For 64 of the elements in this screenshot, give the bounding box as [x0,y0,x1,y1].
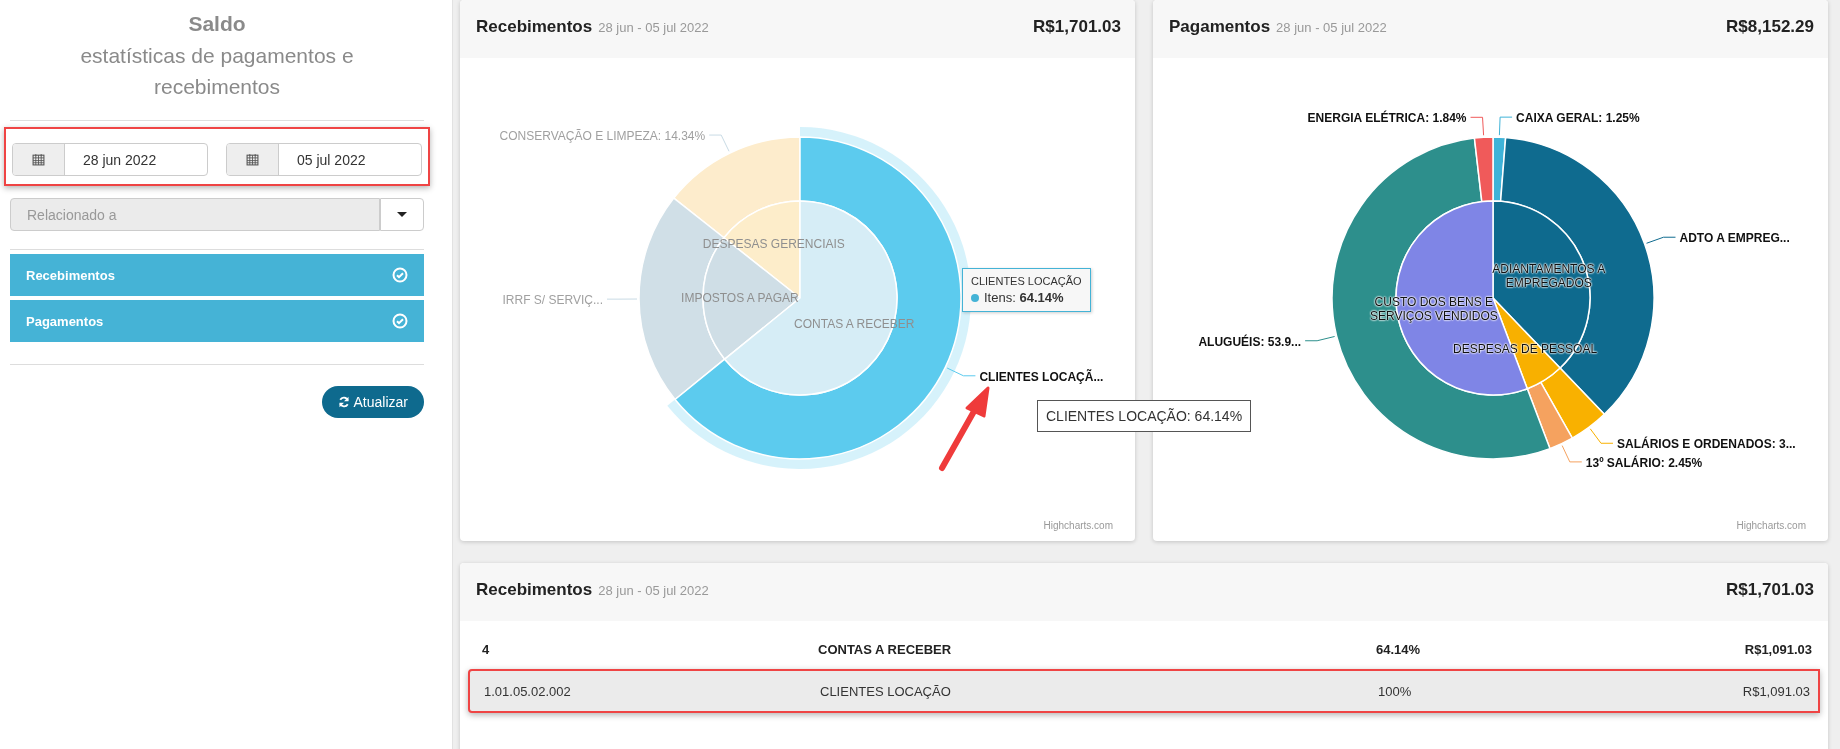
data-label: IMPOSTOS A PAGAR [681,291,799,306]
sidebar-subtitle: estatísticas de pagamentos e recebimentos [79,43,355,100]
data-label: ENERGIA ELÉTRICA: 1.84% [1307,111,1467,126]
calendar-icon [32,153,45,166]
date-field[interactable]: 28 jun 2022 [12,143,208,176]
toggle-label: Pagamentos [26,313,104,329]
table-cell-text: 64.14% [1376,641,1422,657]
sidebar-title: Saldo [187,12,247,36]
caret-icon [397,211,407,218]
data-label: DESPESAS GERENCIAIS [702,236,845,251]
check-circle-icon [392,313,408,329]
leader-line [1498,116,1513,136]
data-label: ALUGUÉIS: 53.9... [1198,334,1302,349]
card-total: R$1,701.03 [1726,580,1814,600]
outer-slice[interactable] [1473,136,1494,203]
data-label: IRRF S/ SERVIÇ... [502,293,603,308]
data-label: SALÁRIOS E ORDENADOS: 3... [1617,437,1796,452]
data-label: ADTO A EMPREG... [1679,231,1790,246]
filter-toggle[interactable]: Pagamentos [10,300,424,342]
table-cell-text: 1.01.05.02.002 [484,683,572,699]
chart-credit[interactable]: Highcharts.com [1043,520,1113,531]
toggle-label: Recebimentos [26,267,115,283]
table-cell: R$1,091.03 [1744,641,1812,657]
leader-line [1561,445,1583,463]
card-period: 28 jun - 05 jul 2022 [598,20,709,35]
table-cell-text: CLIENTES LOCAÇÃO [820,683,952,699]
date-value: 05 jul 2022 [296,150,366,170]
leader-line [1470,116,1485,136]
leader-line [606,298,638,300]
data-label: CONSERVAÇÃO E LIMPEZA: 14.34% [499,129,706,144]
hover-tooltip: CLIENTES LOCAÇÃO: 64.14% [1037,400,1252,432]
data-label: CLIENTES LOCAÇÃ... [979,369,1104,384]
table-cell: R$1,091.03 [1742,683,1810,699]
refresh-button[interactable]: Atualizar [321,386,424,418]
table-cell-text: 100% [1378,683,1413,699]
chart-credit[interactable]: Highcharts.com [1736,520,1806,531]
card-title: Recebimentos [476,17,593,37]
filter-toggle[interactable]: Recebimentos [10,254,424,296]
leader-line [946,367,976,377]
outer-slice[interactable] [1526,381,1574,450]
table-cell-text: 4 [482,641,491,657]
leader-line [1304,336,1336,342]
tooltip-value: Itens: 64.14% [984,290,1064,305]
card-title: Recebimentos [476,580,593,600]
dropdown-button[interactable] [380,198,424,231]
refresh-icon [337,396,350,408]
outer-slice[interactable] [1540,367,1606,439]
date-field[interactable]: 05 jul 2022 [226,143,422,176]
date-value: 28 jun 2022 [82,150,157,170]
card-period: 28 jun - 05 jul 2022 [1276,20,1387,35]
leader-line [1589,428,1614,444]
leader-line [708,134,730,152]
check-circle-icon [392,267,408,283]
card-total: R$8,152.29 [1726,17,1814,37]
data-label: CAIXA GERAL: 1.25% [1516,111,1640,126]
data-label: 13º SALÁRIO: 2.45% [1585,455,1703,470]
tooltip-title: CLIENTES LOCAÇÃO [971,275,1082,287]
card-period: 28 jun - 05 jul 2022 [598,583,709,598]
table-cell-text: CONTAS A RECEBER [818,641,953,657]
card-title: Pagamentos [1169,17,1271,37]
calendar-icon [246,153,259,166]
leader-line [1646,236,1676,244]
data-label: CUSTO DOS BENS E SERVIÇOS VENDIDOS [1368,294,1499,323]
card-total: R$1,701.03 [1033,17,1121,37]
